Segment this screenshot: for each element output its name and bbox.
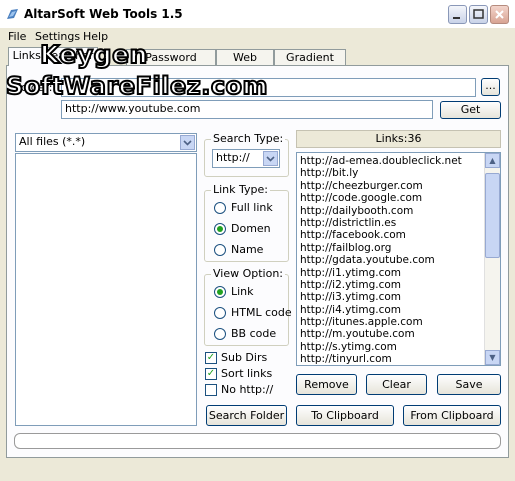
sort-links-label: Sort links: [221, 367, 273, 380]
search-type-label: Search Type:: [211, 132, 286, 145]
radio-bb-code[interactable]: [214, 328, 226, 340]
view-option-label: View Option:: [211, 267, 286, 280]
radio-full-link-label: Full link: [231, 201, 273, 214]
title-bar: AltarSoft Web Tools 1.5: [0, 0, 515, 28]
remove-button[interactable]: Remove: [296, 374, 357, 395]
radio-domen[interactable]: [214, 223, 226, 235]
chevron-down-icon[interactable]: [180, 135, 195, 150]
folder-tree[interactable]: [15, 153, 197, 426]
app-icon: [7, 9, 18, 19]
close-button[interactable]: [490, 5, 509, 24]
tab-gradient-text[interactable]: Gradient Text: [274, 49, 346, 80]
link-item[interactable]: http://ad-emea.doubleclick.net: [297, 155, 500, 167]
link-item[interactable]: http://i2.ytimg.com: [297, 279, 500, 291]
link-item[interactable]: http://cheezburger.com: [297, 180, 500, 192]
link-item[interactable]: http://bit.ly: [297, 167, 500, 179]
menu-file[interactable]: File: [8, 30, 26, 43]
minimize-icon: [453, 17, 460, 19]
get-button[interactable]: Get: [440, 101, 501, 119]
link-item[interactable]: http://i3.ytimg.com: [297, 291, 500, 303]
watermark-line-2: SoftWareFilez.com: [5, 71, 269, 101]
radio-domen-label: Domen: [231, 222, 271, 235]
scroll-up-icon[interactable]: ▲: [485, 153, 500, 168]
maximize-icon: [473, 9, 484, 19]
link-item[interactable]: http://facebook.com: [297, 229, 500, 241]
links-list[interactable]: http://ad-emea.doubleclick.net http://bit…: [296, 152, 501, 366]
link-item[interactable]: http://tinyurl.com: [297, 353, 500, 365]
radio-html-code-label: HTML code: [231, 306, 292, 319]
minimize-button[interactable]: [448, 5, 467, 24]
link-type-label: Link Type:: [211, 183, 270, 196]
link-item[interactable]: http://i1.ytimg.com: [297, 267, 500, 279]
link-item[interactable]: http://gdata.youtube.com: [297, 254, 500, 266]
clear-button[interactable]: Clear: [366, 374, 427, 395]
link-item[interactable]: http://s.ytimg.com: [297, 341, 500, 353]
watermark-line-1: Keygen: [39, 39, 148, 70]
chevron-down-icon[interactable]: [263, 151, 278, 166]
no-http-checkbox[interactable]: [205, 384, 217, 396]
file-filter-select[interactable]: All files (*.*): [15, 133, 197, 152]
radio-bb-code-label: BB code: [231, 327, 277, 340]
sort-links-checkbox[interactable]: ✓: [205, 368, 217, 380]
radio-html-code[interactable]: [214, 307, 226, 319]
view-option-group: View Option: Link HTML code BB code: [204, 267, 292, 346]
link-item[interactable]: http://i4.ytimg.com: [297, 304, 500, 316]
file-filter-value: All files (*.*): [19, 135, 86, 148]
links-scrollbar[interactable]: ▲ ▼: [484, 153, 500, 365]
link-item[interactable]: http://m.youtube.com: [297, 328, 500, 340]
link-item[interactable]: http://districtlin.es: [297, 217, 500, 229]
links-count-header: Links:36: [296, 130, 501, 148]
radio-link[interactable]: [214, 286, 226, 298]
browse-button[interactable]: ...: [481, 78, 500, 96]
link-item[interactable]: http://code.google.com: [297, 192, 500, 204]
close-icon: [495, 10, 504, 19]
radio-link-label: Link: [231, 285, 254, 298]
scroll-down-icon[interactable]: ▼: [485, 350, 500, 365]
link-item[interactable]: http://dailybooth.com: [297, 205, 500, 217]
from-clipboard-button[interactable]: From Clipboard: [403, 405, 501, 426]
progress-bar: [14, 433, 501, 449]
scroll-thumb[interactable]: [485, 173, 500, 258]
sub-dirs-checkbox[interactable]: ✓: [205, 352, 217, 364]
links-searcher-panel: Folder: ... http://www.youtube.com Get A…: [6, 65, 509, 458]
radio-name-label: Name: [231, 243, 264, 256]
link-item[interactable]: http://failblog.org: [297, 242, 500, 254]
maximize-button[interactable]: [469, 5, 488, 24]
search-type-select[interactable]: http://: [212, 149, 280, 168]
tab-web-color[interactable]: Web Color: [216, 49, 274, 80]
save-button[interactable]: Save: [437, 374, 501, 395]
links-items: http://ad-emea.doubleclick.net http://bit…: [297, 153, 500, 365]
window-title: AltarSoft Web Tools 1.5: [24, 7, 183, 21]
search-type-value: http://: [216, 151, 250, 164]
no-http-label: No http://: [221, 383, 274, 396]
radio-name[interactable]: [214, 244, 226, 256]
link-type-group: Link Type: Full link Domen Name: [204, 183, 289, 262]
url-input[interactable]: http://www.youtube.com: [61, 100, 433, 119]
search-folder-button[interactable]: Search Folder: [206, 405, 287, 426]
radio-full-link[interactable]: [214, 202, 226, 214]
sub-dirs-label: Sub Dirs: [221, 351, 268, 364]
to-clipboard-button[interactable]: To Clipboard: [296, 405, 394, 426]
link-item[interactable]: http://itunes.apple.com: [297, 316, 500, 328]
search-type-group: Search Type: http://: [204, 132, 289, 177]
